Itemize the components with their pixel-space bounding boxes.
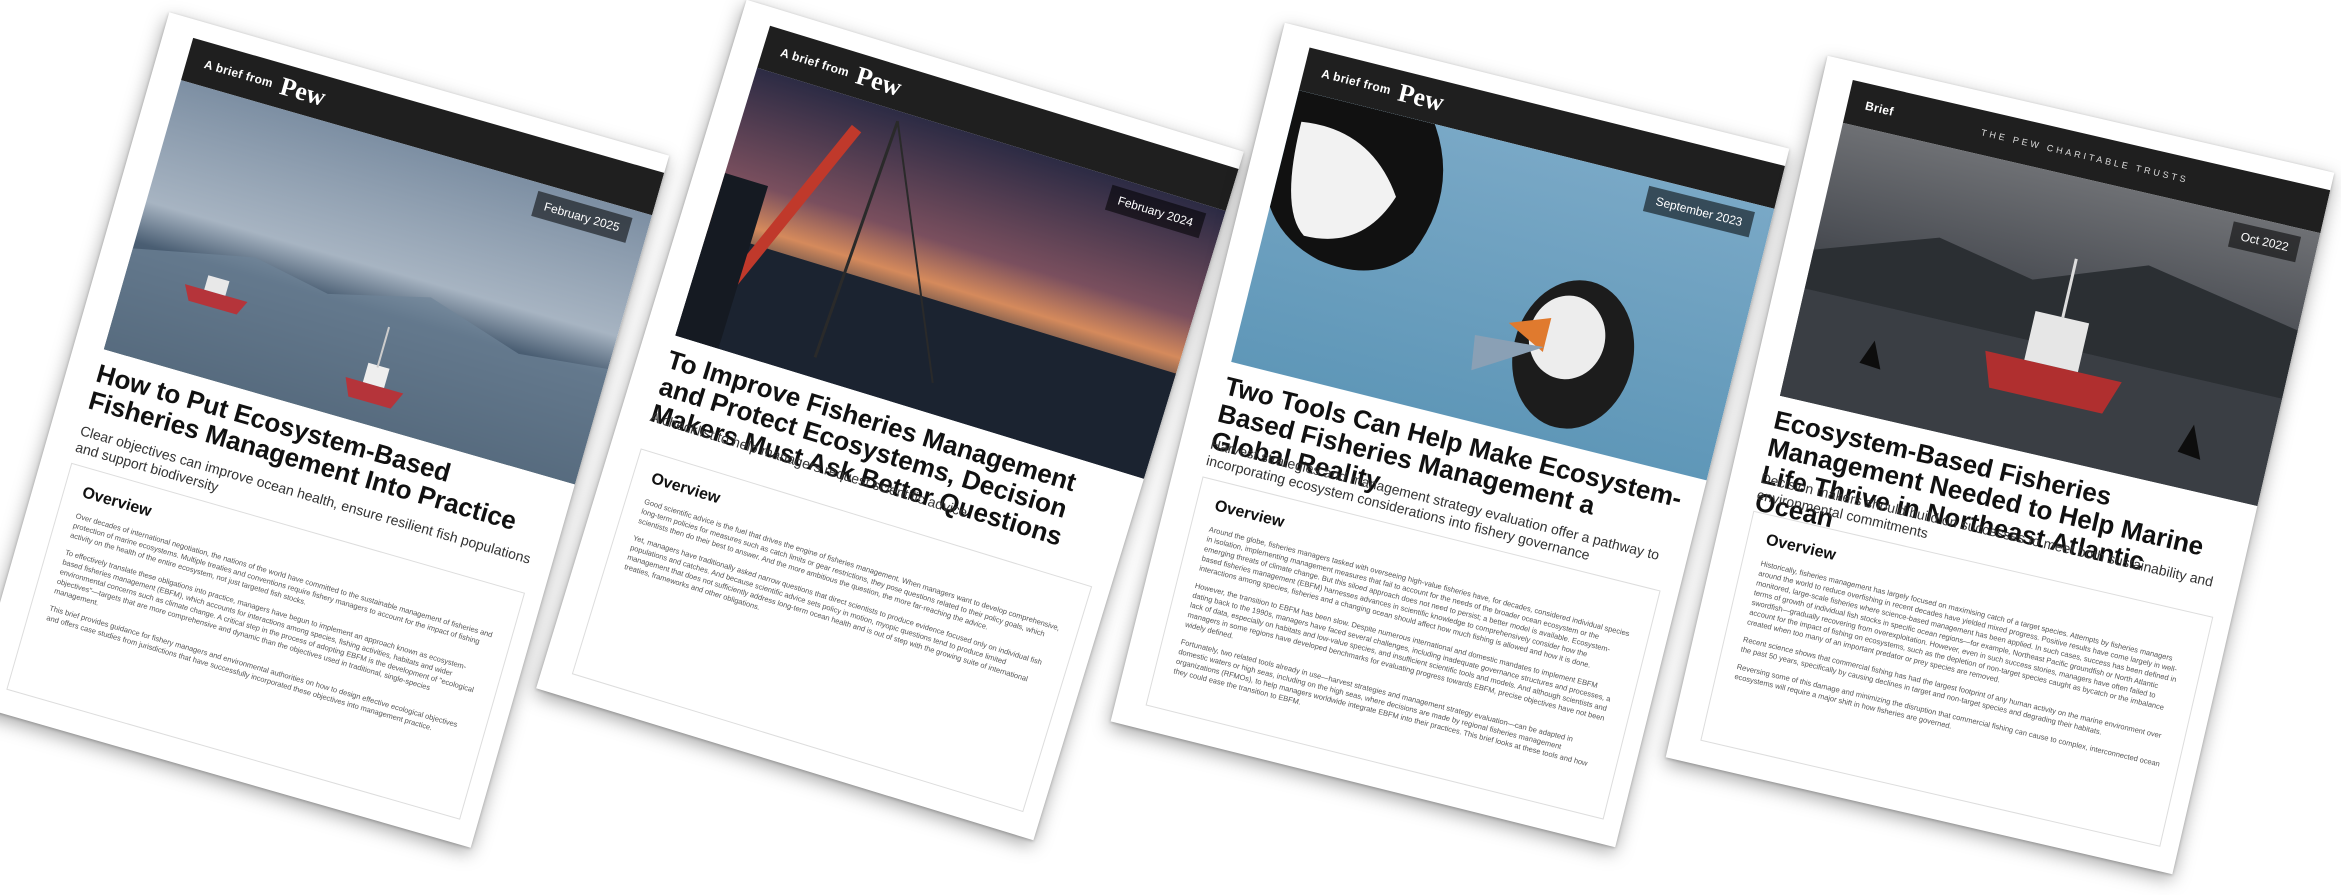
header-label: A brief from	[1320, 66, 1393, 98]
brand-logo: Pew	[1395, 77, 1447, 118]
brand-logo: Pew	[276, 71, 330, 112]
header-label: Brief	[1863, 98, 1896, 119]
header-label: A brief from	[778, 45, 851, 80]
header-label: A brief from	[202, 57, 275, 91]
brief-card[interactable]: A brief from Pew February 2025 How to Pu…	[0, 12, 670, 848]
brand-logo: Pew	[852, 60, 906, 103]
